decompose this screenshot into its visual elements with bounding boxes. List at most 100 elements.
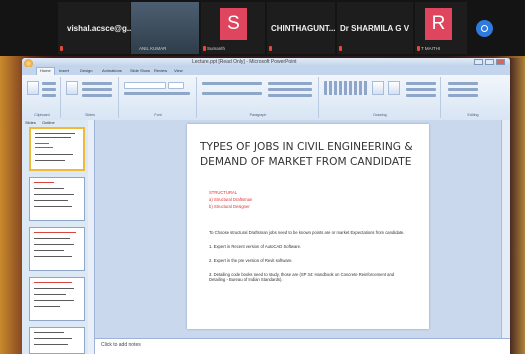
group-label: Paragraph — [249, 113, 267, 117]
tab-home[interactable]: Home — [36, 67, 55, 75]
thumb-line — [35, 154, 73, 156]
quick-styles-icon[interactable] — [388, 81, 400, 95]
align-buttons[interactable] — [202, 92, 262, 95]
format-painter-icon[interactable] — [42, 94, 56, 97]
tab-design[interactable]: Design — [80, 68, 92, 73]
thumb-line — [34, 188, 64, 190]
slide-bullet: a) Structural Draftsman — [209, 197, 253, 202]
avatar: S — [220, 8, 247, 40]
participant-tile[interactable]: Dr SHARMILA G V — [337, 2, 413, 54]
group-label: Clipboard — [34, 113, 50, 117]
mic-muted-icon — [203, 46, 206, 51]
thumb-line — [34, 250, 64, 252]
font-size-select[interactable] — [168, 82, 184, 89]
group-label: Editing — [467, 113, 479, 117]
tab-slides[interactable]: Slides — [25, 120, 36, 125]
slide-heading: STRUCTURAL — [209, 190, 238, 195]
paste-icon[interactable] — [27, 81, 39, 95]
current-slide[interactable]: TYPES OF JOBS IN CIVIL ENGINEERING & DEM… — [187, 124, 429, 329]
slide-point: 2. Expert in the pre version of Revit so… — [209, 258, 293, 263]
delete-button[interactable] — [82, 94, 112, 97]
thumb-line — [34, 232, 76, 234]
participant-name: Dr SHARMILA G V — [340, 24, 410, 33]
thumb-line — [34, 294, 66, 296]
slide-editor: TYPES OF JOBS IN CIVIL ENGINEERING & DEM… — [95, 120, 501, 338]
thumb-line — [34, 332, 64, 334]
participant-strip: vishal.acsce@g... ANIL KUMAR S Sumanth C… — [0, 0, 525, 56]
ribbon-group-drawing: Drawing — [320, 77, 441, 118]
ribbon-group-clipboard: Clipboard — [24, 77, 61, 118]
thumb-line — [35, 147, 53, 149]
tab-animations[interactable]: Animations — [102, 68, 122, 73]
align-text-button[interactable] — [268, 88, 312, 91]
convert-smartart-button[interactable] — [268, 94, 312, 97]
shape-effects-button[interactable] — [406, 94, 436, 97]
slide-title[interactable]: TYPES OF JOBS IN CIVIL ENGINEERING & DEM… — [200, 140, 422, 170]
minimize-icon[interactable] — [474, 59, 483, 65]
slides-pane: Slides Outline — [22, 120, 95, 354]
copy-icon[interactable] — [42, 88, 56, 91]
slide-thumbnail[interactable] — [29, 177, 85, 221]
thumb-line — [34, 282, 72, 284]
shape-fill-button[interactable] — [406, 82, 436, 85]
font-format-buttons[interactable] — [124, 92, 190, 95]
slide-thumbnail[interactable] — [29, 227, 85, 271]
cut-icon[interactable] — [42, 82, 56, 85]
thumb-line — [35, 137, 71, 139]
mic-muted-icon — [339, 46, 342, 51]
notes-pane[interactable]: Click to add notes — [95, 338, 510, 354]
arrange-icon[interactable] — [372, 81, 384, 95]
close-icon[interactable] — [496, 59, 505, 65]
group-label: Font — [154, 113, 162, 117]
thumb-line — [34, 194, 74, 196]
thumb-line — [34, 256, 72, 258]
participant-tile[interactable]: CHINTHAGUNT... — [267, 2, 335, 54]
participant-tile[interactable]: vishal.acsce@g... — [58, 2, 134, 54]
maximize-icon[interactable] — [485, 59, 494, 65]
layout-button[interactable] — [82, 82, 112, 85]
shape-outline-button[interactable] — [406, 88, 436, 91]
title-bar: Lecture.ppt [Read Only] - Microsoft Powe… — [22, 58, 510, 68]
font-name-select[interactable] — [124, 82, 166, 89]
participant-name: vishal.acsce@g... — [67, 24, 134, 33]
participant-name: T MAITHI — [421, 46, 441, 51]
editor-scrollbar[interactable] — [501, 120, 510, 338]
powerpoint-window: Lecture.ppt [Read Only] - Microsoft Powe… — [22, 58, 510, 354]
slide-point: 3. Detailing code books need to study, t… — [209, 272, 395, 282]
tab-outline[interactable]: Outline — [42, 120, 55, 125]
avatar: R — [425, 8, 452, 40]
new-slide-icon[interactable] — [66, 81, 78, 95]
replace-button[interactable] — [448, 88, 478, 91]
find-button[interactable] — [448, 82, 478, 85]
tab-review[interactable]: Review — [154, 68, 167, 73]
ribbon-group-slides: Slides — [62, 77, 119, 118]
participant-name: ANIL KUMAR — [139, 46, 167, 51]
ribbon: Clipboard Slides Font Paragraph Drawing … — [22, 75, 510, 121]
tab-view[interactable]: View — [174, 68, 183, 73]
participant-tile[interactable]: R T MAITHI — [415, 2, 467, 54]
slides-pane-scrollbar[interactable] — [88, 120, 94, 354]
participant-name: Sumanth — [207, 46, 226, 51]
slide-paragraph: To Choose structural Draftsman jobs need… — [209, 230, 405, 235]
group-label: Drawing — [373, 113, 387, 117]
background-edge — [510, 58, 525, 354]
thumb-line — [35, 143, 49, 145]
shapes-gallery[interactable] — [324, 81, 368, 95]
slide-thumbnail[interactable] — [29, 277, 85, 321]
tab-insert[interactable]: Insert — [59, 68, 69, 73]
more-participants-icon[interactable] — [476, 20, 493, 37]
thumb-line — [35, 160, 65, 162]
slide-thumbnail[interactable] — [29, 327, 85, 354]
participant-tile[interactable]: S Sumanth — [201, 2, 265, 54]
participant-video[interactable]: ANIL KUMAR — [131, 2, 199, 54]
tab-slide-show[interactable]: Slide Show — [130, 68, 150, 73]
select-button[interactable] — [448, 94, 478, 97]
thumb-line — [34, 288, 74, 290]
thumb-line — [34, 238, 70, 240]
thumb-line — [34, 244, 74, 246]
list-buttons[interactable] — [202, 82, 262, 85]
text-direction-button[interactable] — [268, 82, 312, 85]
reset-button[interactable] — [82, 88, 112, 91]
window-title: Lecture.ppt [Read Only] - Microsoft Powe… — [192, 59, 297, 65]
slide-thumbnail[interactable] — [29, 127, 85, 171]
